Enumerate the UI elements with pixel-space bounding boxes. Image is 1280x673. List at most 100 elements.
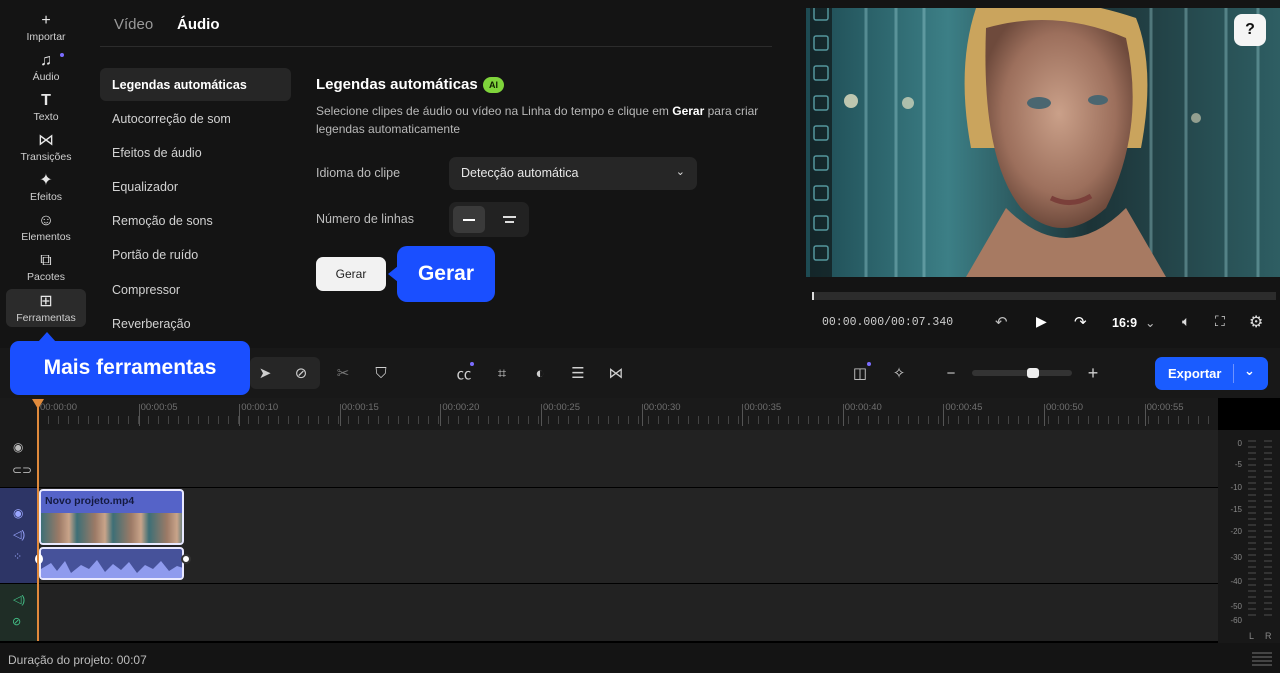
timeline-ruler[interactable] bbox=[0, 398, 1218, 430]
playhead-marker[interactable] bbox=[812, 292, 814, 300]
menu-compressor[interactable]: Compressor bbox=[100, 273, 291, 306]
elements-label: Elementos bbox=[21, 230, 71, 243]
ruler-tick-label: 00:00:05 bbox=[140, 402, 178, 413]
menu-equalizer[interactable]: Equalizador bbox=[100, 170, 291, 203]
adjust-sliders-icon[interactable]: ☰ bbox=[568, 363, 588, 383]
zoom-in-icon[interactable]: + bbox=[1083, 363, 1103, 383]
sparkle-icon: ✦ bbox=[39, 171, 53, 189]
zoom-slider-handle[interactable] bbox=[1027, 368, 1039, 378]
clip-language-value: Detecção automática bbox=[461, 166, 579, 180]
zoom-out-icon[interactable]: − bbox=[941, 363, 961, 383]
smiley-icon: ☺ bbox=[37, 211, 55, 229]
tab-audio[interactable]: Áudio bbox=[177, 16, 220, 33]
help-icon[interactable]: ? bbox=[1234, 14, 1266, 46]
clip-name: Novo projeto.mp4 bbox=[45, 495, 135, 507]
music-note-icon: ♫ bbox=[40, 51, 52, 69]
menu-sound-removal[interactable]: Remoção de sons bbox=[100, 204, 291, 237]
color-icon[interactable]: ◐ bbox=[530, 363, 550, 383]
play-icon[interactable]: ▶ bbox=[1036, 313, 1047, 330]
export-label: Exportar bbox=[1168, 366, 1222, 381]
more-tools-callout: Mais ferramentas bbox=[10, 341, 250, 395]
ruler-tick-label: 00:00:55 bbox=[1146, 402, 1184, 413]
text-button[interactable]: T Texto bbox=[6, 88, 86, 126]
clip-language-label: Idioma do clipe bbox=[316, 166, 401, 180]
chevron-down-icon[interactable]: ⌄ bbox=[1244, 363, 1255, 379]
double-line-option[interactable] bbox=[493, 206, 525, 233]
menu-sound-autocorrect[interactable]: Autocorreção de som bbox=[100, 102, 291, 135]
visibility-eye-icon[interactable]: ◉ bbox=[13, 440, 23, 454]
playback-progress[interactable] bbox=[812, 292, 1276, 300]
export-button[interactable]: Exportar ⌄ bbox=[1155, 357, 1268, 390]
double-line-icon bbox=[503, 216, 516, 218]
playhead-handle[interactable] bbox=[32, 399, 44, 409]
menu-audio-effects[interactable]: Efeitos de áudio bbox=[100, 136, 291, 169]
undo-icon[interactable]: ↶ bbox=[995, 313, 1008, 331]
audio-indicator-dot bbox=[867, 362, 871, 366]
ruler-tick-label: 00:00:35 bbox=[744, 402, 782, 413]
cut-scissors-icon[interactable]: ✂ bbox=[333, 363, 353, 383]
video-clip[interactable]: Novo projeto.mp4 bbox=[39, 489, 184, 545]
crop-icon[interactable]: ⌗ bbox=[492, 363, 512, 383]
audio-clip[interactable] bbox=[39, 547, 184, 580]
detach-icon[interactable]: ⊘ bbox=[291, 363, 311, 383]
lines-toggle bbox=[449, 202, 529, 237]
unlink-icon[interactable]: ⊘ bbox=[12, 615, 21, 628]
transition-icon[interactable]: ⋈ bbox=[606, 363, 626, 383]
meter-scale-label: -10 bbox=[1230, 483, 1242, 492]
text-label: Texto bbox=[33, 110, 59, 123]
audio-speaker-icon[interactable]: ◁) bbox=[13, 528, 25, 541]
generate-button[interactable]: Gerar bbox=[316, 257, 386, 291]
more-tools-callout-pointer bbox=[38, 332, 56, 342]
magic-icon[interactable]: ✧ bbox=[889, 363, 909, 383]
import-button[interactable]: + Importar bbox=[6, 8, 86, 46]
audio-button[interactable]: ♫ Áudio bbox=[6, 48, 86, 86]
settings-gear-icon[interactable]: ⚙ bbox=[1249, 312, 1263, 332]
fullscreen-icon[interactable]: ⛶ bbox=[1215, 313, 1225, 330]
new-indicator-dot bbox=[60, 53, 64, 57]
gerar-callout-pointer bbox=[388, 266, 398, 282]
captions-icon[interactable]: ㏄ bbox=[454, 363, 474, 383]
meter-scale-label: -20 bbox=[1230, 527, 1242, 536]
redo-icon[interactable]: ↷ bbox=[1074, 313, 1087, 331]
tools-grid-icon: ⊞ bbox=[39, 292, 53, 310]
visibility-eye-icon[interactable]: ◉ bbox=[13, 506, 23, 520]
tools-button[interactable]: ⊞ Ferramentas bbox=[6, 289, 86, 327]
ruler-tick-label: 00:00:15 bbox=[341, 402, 379, 413]
ruler-tick-label: 00:00:25 bbox=[543, 402, 580, 413]
audio-label: Áudio bbox=[32, 70, 60, 83]
audio-track bbox=[0, 584, 1218, 641]
aspect-ratio-select[interactable]: 16:9 ⌄ bbox=[1112, 315, 1156, 330]
menu-noise-gate[interactable]: Portão de ruído bbox=[100, 238, 291, 271]
ai-badge: AI bbox=[483, 77, 504, 93]
menu-auto-subtitles[interactable]: Legendas automáticas bbox=[100, 68, 291, 101]
ruler-tick-label: 00:00:30 bbox=[643, 402, 681, 413]
packs-button[interactable]: ⧉ Pacotes bbox=[6, 248, 86, 286]
shield-icon[interactable]: ⛉ bbox=[371, 363, 391, 383]
elements-button[interactable]: ☺ Elementos bbox=[6, 208, 86, 246]
chevron-down-icon: ⌄ bbox=[675, 166, 685, 178]
import-label: Importar bbox=[26, 30, 66, 43]
volume-icon[interactable]: 🔈︎ bbox=[1182, 313, 1190, 330]
transitions-button[interactable]: ⋈ Transições bbox=[6, 128, 86, 166]
ruler-tick-label: 00:00:10 bbox=[241, 402, 279, 413]
video-preview bbox=[806, 8, 1280, 277]
audio-split-icon[interactable]: ◫ bbox=[850, 363, 870, 383]
tab-video[interactable]: Vídeo bbox=[114, 16, 153, 33]
single-line-option[interactable] bbox=[453, 206, 485, 233]
audio-speaker-icon[interactable]: ◁) bbox=[13, 593, 25, 606]
select-cursor-icon[interactable]: ➤ bbox=[255, 363, 275, 383]
meter-scale-label: -15 bbox=[1230, 505, 1242, 514]
effects-button[interactable]: ✦ Efeitos bbox=[6, 168, 86, 206]
unlink-icon[interactable]: ⁘ bbox=[13, 550, 22, 563]
grip-icon bbox=[1252, 652, 1272, 666]
menu-reverb[interactable]: Reverberação bbox=[100, 307, 291, 340]
zoom-slider[interactable] bbox=[972, 368, 1072, 378]
lines-label: Número de linhas bbox=[316, 212, 414, 226]
link-icon[interactable]: ⊂⊃ bbox=[12, 463, 32, 477]
audio-keyframe-handle[interactable] bbox=[181, 554, 191, 564]
gerar-callout: Gerar bbox=[397, 246, 495, 302]
clip-language-select[interactable]: Detecção automática ⌄ bbox=[449, 157, 697, 190]
timeline-playhead[interactable] bbox=[37, 404, 39, 641]
meter-scale-label: -30 bbox=[1230, 553, 1242, 562]
video-track-header: ◉ ◁) ⁘ bbox=[0, 488, 38, 583]
